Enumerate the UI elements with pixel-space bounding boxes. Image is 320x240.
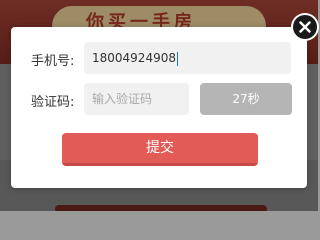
submit-button[interactable]: 提交 xyxy=(62,133,258,166)
code-label: 验证码: xyxy=(31,95,75,110)
text-caret xyxy=(176,51,178,66)
phone-label: 手机号: xyxy=(31,54,75,69)
close-icon xyxy=(299,21,311,33)
phone-input[interactable]: 18004924908 xyxy=(84,42,291,74)
verification-code-input[interactable] xyxy=(84,83,189,115)
phone-input-value: 18004924908 xyxy=(92,51,176,65)
close-button[interactable] xyxy=(293,15,317,39)
resend-countdown-button[interactable]: 27秒 xyxy=(200,83,292,115)
verification-dialog: 手机号: 18004924908 验证码: 27秒 提交 xyxy=(11,27,307,188)
